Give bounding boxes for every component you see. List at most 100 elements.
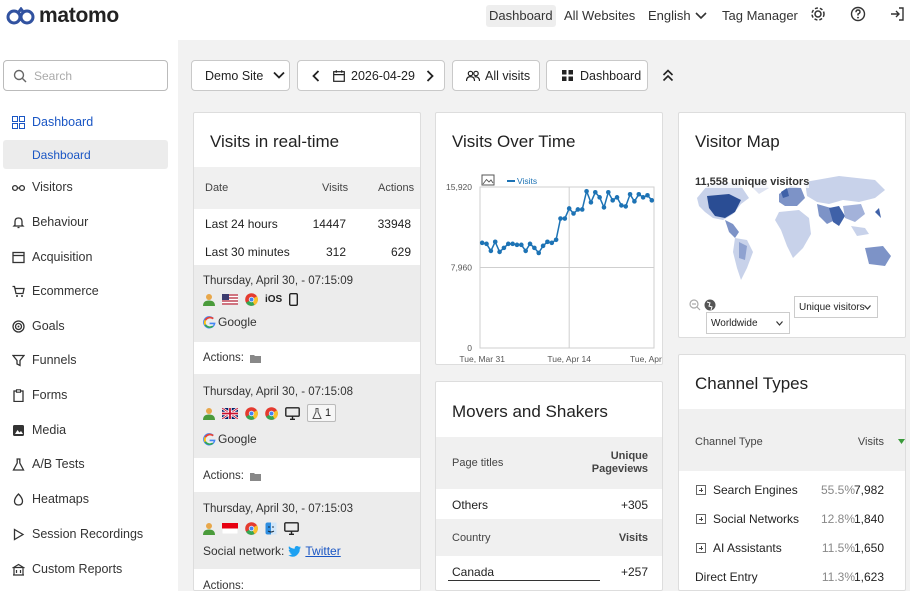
metric-selector[interactable]: Unique visitors <box>794 296 878 318</box>
data-point[interactable] <box>640 195 646 200</box>
data-point[interactable] <box>545 239 550 245</box>
visit-actions[interactable]: Actions: <box>194 342 420 374</box>
collapse-icon[interactable] <box>662 69 674 82</box>
topnav-dashboard[interactable]: Dashboard <box>486 5 556 27</box>
sidebar-item-session-recordings[interactable]: Session Recordings <box>12 524 143 544</box>
sidebar-item-media[interactable]: Media <box>12 420 66 440</box>
data-point[interactable] <box>636 191 642 197</box>
sidebar-item-ab-tests[interactable]: A/B Tests <box>12 454 85 474</box>
twitter-link[interactable]: Twitter <box>305 544 340 558</box>
sidebar-item-goals[interactable]: Goals <box>12 316 65 336</box>
search-input[interactable]: Search <box>3 60 168 91</box>
sidebar-item-ecommerce[interactable]: Ecommerce <box>12 281 99 301</box>
sidebar-item-behaviour[interactable]: Behaviour <box>12 212 88 232</box>
data-point[interactable] <box>532 245 537 251</box>
visitor-profile-icon[interactable] <box>203 293 215 306</box>
data-point[interactable] <box>614 195 620 200</box>
table-row[interactable]: Others +305 <box>436 489 662 519</box>
data-point[interactable] <box>571 211 576 216</box>
data-point[interactable] <box>549 240 555 246</box>
data-point[interactable] <box>632 199 637 204</box>
data-point[interactable] <box>566 206 572 211</box>
globe-icon[interactable] <box>704 299 716 311</box>
data-point[interactable] <box>619 203 624 208</box>
logout-icon[interactable] <box>889 6 905 22</box>
topnav-all-websites[interactable]: All Websites <box>561 5 638 27</box>
sort-desc-icon[interactable] <box>898 439 905 444</box>
matomo-logo[interactable]: matomo <box>6 4 119 28</box>
zoom-out-icon[interactable] <box>689 299 701 311</box>
table-row[interactable]: AI Assistants 11.5% 1,650 <box>679 533 905 562</box>
sidebar-item-dashboard[interactable]: Dashboard <box>12 112 93 132</box>
visit-entry[interactable]: Thursday, April 30, - 07:15:03 Social ne… <box>194 492 420 569</box>
data-point[interactable] <box>597 195 602 200</box>
table-row[interactable]: Direct Entry 11.3% 1,623 <box>679 562 905 590</box>
data-point[interactable] <box>523 248 528 254</box>
data-point[interactable] <box>610 198 615 203</box>
table-row[interactable]: Canada +257 <box>436 556 662 586</box>
data-point[interactable] <box>645 192 650 198</box>
data-point[interactable] <box>649 198 655 203</box>
data-point[interactable] <box>484 241 489 247</box>
data-point[interactable] <box>519 242 524 248</box>
data-point[interactable] <box>606 189 611 195</box>
data-point[interactable] <box>592 189 598 195</box>
sidebar-item-custom-reports[interactable]: Custom Reports <box>12 559 122 579</box>
expand-icon[interactable] <box>696 514 706 524</box>
data-point[interactable] <box>558 216 563 221</box>
data-point[interactable] <box>584 188 589 194</box>
sidebar-item-visitors[interactable]: Visitors <box>12 177 73 197</box>
expand-icon[interactable] <box>696 485 706 495</box>
sidebar-item-funnels[interactable]: Funnels <box>12 350 76 370</box>
language-selector[interactable]: English <box>645 5 710 27</box>
data-point[interactable] <box>527 241 533 247</box>
data-point[interactable] <box>497 249 502 255</box>
data-point[interactable] <box>579 207 585 212</box>
segment-selector[interactable]: All visits <box>452 60 540 91</box>
visits-line-chart[interactable]: Visits 15,920 7,960 0Tue, Mar 31 Tue, Apr 1… <box>436 171 663 365</box>
help-icon[interactable] <box>850 6 866 22</box>
sidebar-item-heatmaps[interactable]: Heatmaps <box>12 489 89 509</box>
visit-entry[interactable]: Thursday, April 30, - 07:15:08 1 Google <box>194 374 420 458</box>
data-point[interactable] <box>623 204 629 209</box>
goal-badge[interactable]: 1 <box>307 404 337 422</box>
data-point[interactable] <box>627 191 633 197</box>
site-selector[interactable]: Demo Site <box>191 60 290 91</box>
data-point[interactable] <box>492 239 498 245</box>
sidebar-item-forms[interactable]: Forms <box>12 385 67 405</box>
sidebar-item-acquisition[interactable]: Acquisition <box>12 247 92 267</box>
data-point[interactable] <box>514 242 520 248</box>
visitor-profile-icon[interactable] <box>203 522 215 535</box>
gear-icon[interactable] <box>810 6 826 22</box>
data-point[interactable] <box>553 237 559 243</box>
data-point[interactable] <box>575 207 581 212</box>
visitor-profile-icon[interactable] <box>203 407 215 420</box>
region-selector[interactable]: Worldwide <box>706 312 790 334</box>
data-point[interactable] <box>479 240 485 246</box>
chevron-right-icon[interactable] <box>426 69 434 82</box>
expand-icon[interactable] <box>696 543 706 553</box>
data-point[interactable] <box>510 241 515 247</box>
dashboard-icon <box>12 115 25 129</box>
data-point[interactable] <box>505 241 511 247</box>
date-selector[interactable]: 2026-04-29 <box>297 60 445 91</box>
data-point[interactable] <box>562 216 568 221</box>
dashboard-selector[interactable]: Dashboard <box>546 60 648 91</box>
table-row[interactable]: Search Engines 55.5% 7,982 <box>679 475 905 504</box>
data-point[interactable] <box>501 245 507 251</box>
data-point[interactable] <box>536 250 542 256</box>
data-point[interactable] <box>601 205 607 210</box>
topnav-tag-manager[interactable]: Tag Manager <box>719 5 801 27</box>
data-point[interactable] <box>488 248 494 254</box>
column-header-visits[interactable]: Visits <box>858 436 884 448</box>
legend-label[interactable]: Visits <box>517 176 537 186</box>
data-point[interactable] <box>540 243 546 249</box>
visit-entry[interactable]: Thursday, April 30, - 07:15:09 iOS Googl… <box>194 265 420 342</box>
sidebar-subitem-dashboard[interactable]: Dashboard <box>3 140 168 169</box>
table-row[interactable]: Social Networks 12.8% 1,840 <box>679 504 905 533</box>
row-label-wrap: AI Assistants <box>696 541 782 555</box>
data-point[interactable] <box>588 200 594 205</box>
visit-actions[interactable]: Actions: <box>194 458 420 490</box>
chevron-left-icon[interactable] <box>312 69 320 82</box>
visit-actions[interactable]: Actions: <box>194 569 420 590</box>
